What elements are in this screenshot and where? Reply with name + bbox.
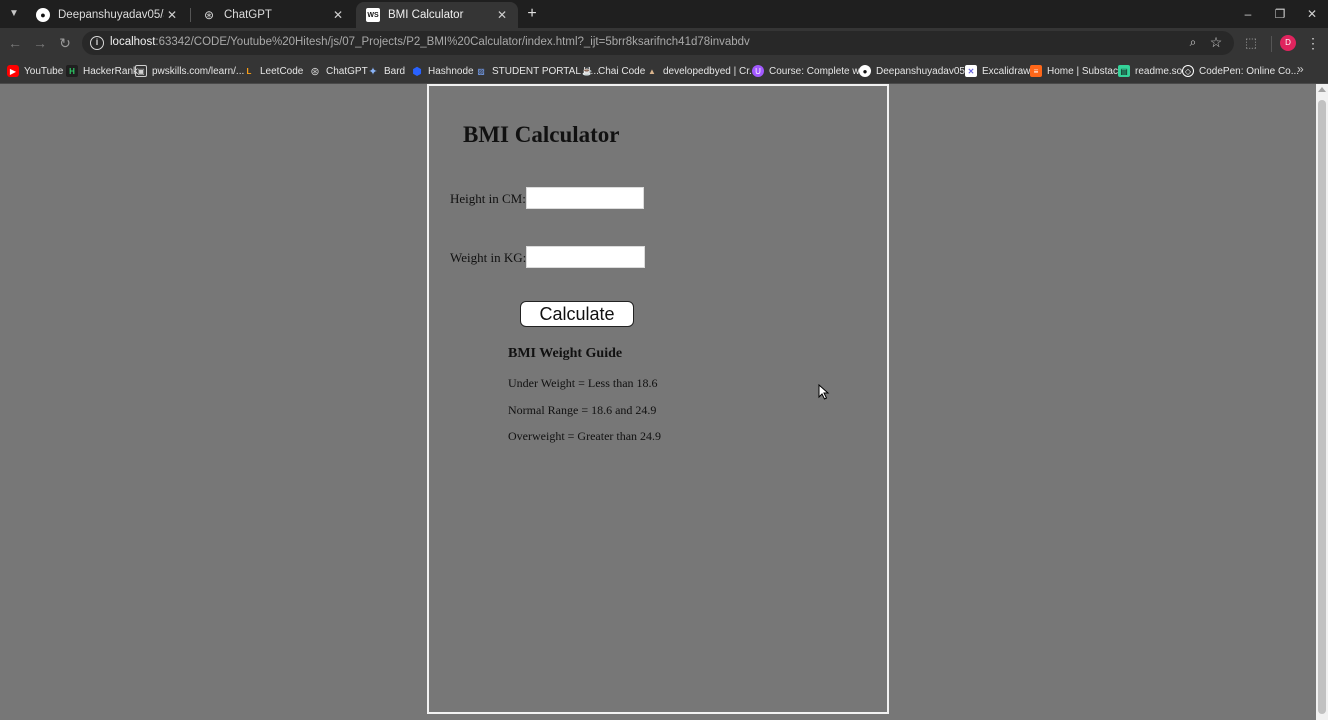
vertical-scrollbar[interactable] [1316,84,1328,720]
bookmark-label: YouTube [24,65,64,77]
extensions-icon[interactable]: ⬚ [1243,35,1259,51]
bookmark-label: Course: Complete w... [769,65,868,77]
height-input[interactable] [526,187,644,209]
close-tab-icon[interactable]: ✕ [330,7,346,23]
excalidraw-icon: ✕ [965,65,977,77]
student-portal-icon: ▨ [477,66,485,76]
new-tab-icon[interactable]: + [524,6,540,22]
close-tab-icon[interactable]: ✕ [494,7,510,23]
bookmark-hackerrank[interactable]: H HackerRank [66,63,138,79]
height-label: Height in CM: [450,191,526,206]
bookmark-star-icon[interactable]: ☆ [1208,34,1224,50]
bookmark-label: pwskills.com/learn/... [152,65,245,77]
menu-kebab-icon[interactable]: ⋮ [1306,35,1320,51]
bookmark-hashnode[interactable]: ⬢ Hashnode [411,63,474,79]
tab-bmi-calculator[interactable]: WS BMI Calculator ✕ [356,2,518,28]
readme-icon: ▤ [1118,65,1130,77]
chatgpt-icon: ⊛ [310,65,320,78]
browser-chrome: ▼ ● Deepanshuyadav05/JavaScript- ✕ ⊛ Cha… [0,0,1328,84]
page-title: BMI Calculator [463,122,620,147]
bookmark-course[interactable]: U Course: Complete w... [752,63,867,79]
webstorm-icon: WS [366,8,380,22]
guide-line-overweight: Overweight = Greater than 24.9 [508,429,662,443]
developedbyed-icon: ▲ [648,66,656,76]
substack-icon: ≡ [1030,65,1042,77]
guide-line-underweight: Under Weight = Less than 18.6 [508,376,658,390]
tab-strip: ▼ ● Deepanshuyadav05/JavaScript- ✕ ⊛ Cha… [0,0,1328,28]
scroll-up-arrow-icon[interactable] [1318,87,1326,92]
tab-title: ChatGPT [224,9,272,21]
browser-toolbar: ← → ↻ i localhost:63342/CODE/Youtube%20H… [0,28,1328,58]
course-icon: U [752,65,764,77]
hackerrank-icon: H [66,65,78,77]
toolbar-divider [1271,36,1272,52]
weight-input[interactable] [526,246,645,268]
guide-line-normal: Normal Range = 18.6 and 24.9 [508,403,657,417]
chatgpt-icon: ⊛ [203,8,215,22]
bookmark-substack[interactable]: ≡ Home | Substack [1030,63,1123,79]
forward-icon[interactable]: → [32,35,48,51]
bookmark-developedbyed[interactable]: ▲ developedbyed | Cr... [646,63,757,79]
weight-guide-title: BMI Weight Guide [508,346,623,361]
bookmark-pwskills[interactable]: ▣ pwskills.com/learn/... [135,63,244,79]
bookmark-label: Home | Substack [1047,65,1123,77]
tab-chatgpt[interactable]: ⊛ ChatGPT ✕ [192,2,354,28]
tab-search-chevron-icon[interactable]: ▼ [6,6,22,22]
restore-icon[interactable]: ❐ [1270,6,1290,22]
pwskills-icon: ▣ [135,65,147,77]
bookmark-label: CodePen: Online Co... [1199,65,1300,77]
bookmark-label: Chai Code [598,65,646,77]
back-icon[interactable]: ← [7,35,23,51]
bookmark-label: Bard [384,65,406,77]
calculate-button[interactable]: Calculate [520,301,634,327]
leetcode-icon: L [246,66,252,76]
bookmark-github[interactable]: ● Deepanshuyadav05... [859,63,973,79]
hashnode-icon: ⬢ [412,65,422,78]
close-tab-icon[interactable]: ✕ [164,7,180,23]
bookmark-label: ChatGPT [326,65,368,77]
codepen-icon: ◇ [1182,65,1194,77]
bookmark-label: readme.so [1135,65,1183,77]
bookmark-codepen[interactable]: ◇ CodePen: Online Co... [1182,63,1299,79]
bard-icon: ✦ [368,65,378,78]
bookmark-bard[interactable]: ✦ Bard [367,63,405,79]
tab-title: Deepanshuyadav05/JavaScript- [58,9,164,21]
url-text[interactable]: localhost:63342/CODE/Youtube%20Hitesh/js… [110,36,750,48]
tab-title: BMI Calculator [388,9,464,21]
url-path: :63342/CODE/Youtube%20Hitesh/js/07_Proje… [155,36,750,48]
bookmark-label: Hashnode [428,65,474,77]
bookmark-chatgpt[interactable]: ⊛ ChatGPT [309,63,368,79]
bookmark-label: Deepanshuyadav05... [876,65,974,77]
github-icon: ● [859,65,871,77]
bookmark-label: LeetCode [260,65,304,77]
bookmark-readme[interactable]: ▤ readme.so [1118,63,1182,79]
bookmark-label: Excalidraw [982,65,1031,77]
bookmarks-overflow-icon[interactable]: » [1297,62,1304,76]
reload-icon[interactable]: ↻ [57,35,73,51]
weight-label: Weight in KG: [450,250,527,265]
bookmark-excalidraw[interactable]: ✕ Excalidraw [965,63,1030,79]
window-close-icon[interactable]: ✕ [1302,6,1322,22]
tab-divider [190,8,191,22]
chai-code-icon: ☕ [582,66,592,76]
address-bar[interactable]: i localhost:63342/CODE/Youtube%20Hitesh/… [82,31,1234,55]
bookmark-chai-code[interactable]: ☕ Chai Code [581,63,645,79]
profile-avatar[interactable]: D [1280,35,1296,51]
minimize-icon[interactable]: – [1238,6,1258,22]
tab-github[interactable]: ● Deepanshuyadav05/JavaScript- ✕ [26,2,188,28]
youtube-icon: ▶ [7,65,19,77]
url-host: localhost [110,36,156,48]
mouse-cursor-icon [818,384,830,400]
bookmark-youtube[interactable]: ▶ YouTube [7,63,63,79]
bookmark-label: HackerRank [83,65,139,77]
bookmark-label: developedbyed | Cr... [663,65,758,77]
scroll-thumb[interactable] [1318,100,1326,714]
github-icon: ● [36,8,50,22]
zoom-icon[interactable]: ⌕ [1185,35,1201,51]
site-info-icon[interactable]: i [90,36,104,50]
bookmark-leetcode[interactable]: L LeetCode [243,63,304,79]
